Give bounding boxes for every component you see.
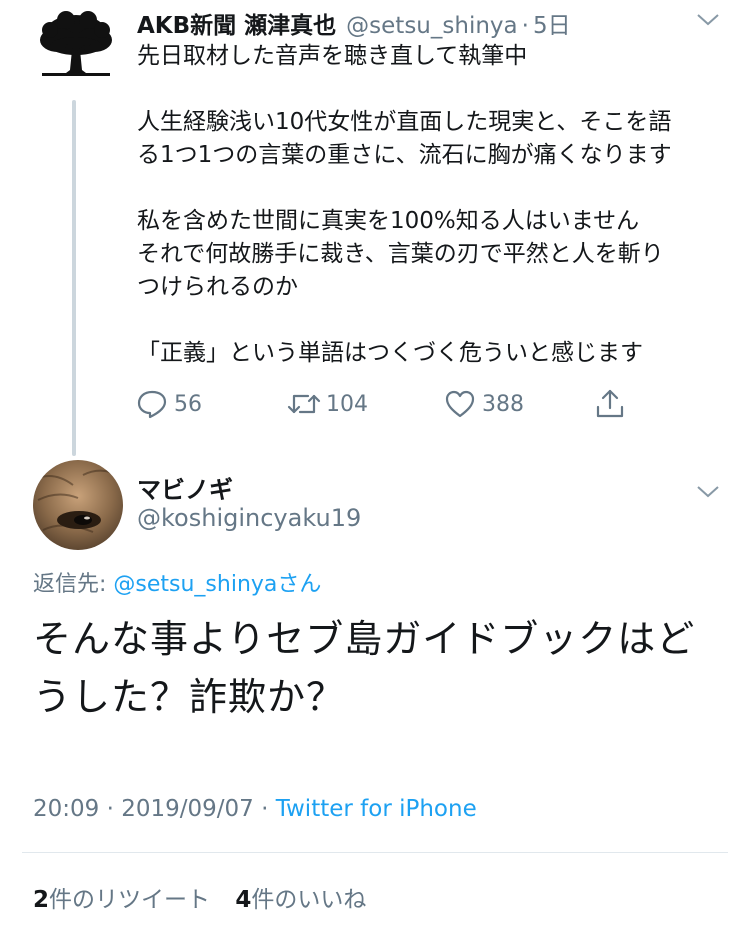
header-separator: · [521,13,529,39]
parent-paragraph: 先日取材した音声を聴き直して執筆中 [137,43,528,69]
retweets-stat[interactable]: 2件のリツイート [33,887,210,913]
chevron-down-icon[interactable] [696,482,720,500]
parent-paragraph: 人生経験浅い10代女性が直面した現実と、そこを語 る1つ1つの言葉の重さに、流石… [137,109,672,168]
thread-connector-line [72,100,76,456]
like-count: 388 [482,391,524,417]
likes-count: 4 [235,887,252,913]
share-button[interactable] [594,386,626,422]
retweet-count: 104 [326,391,368,417]
reply-tweet-text: そんな事よりセブ島ガイドブックはどうした？詐欺か？ [33,617,696,719]
tweet-time: 20:09 [33,796,100,822]
parent-timestamp[interactable]: 5日 [533,6,571,40]
parent-tweet-text: 先日取材した音声を聴き直して執筆中 人生経験浅い10代女性が直面した現実と、そこ… [137,40,717,370]
parent-paragraph: 私を含めた世間に真実を100%知る人はいません それで何故勝手に裁き、言葉の刃で… [137,208,664,300]
retweet-arrows-icon [286,390,322,418]
retweets-label: 件のリツイート [49,887,211,913]
reply-count: 56 [174,391,202,417]
replying-to: 返信先: @setsu_shinyaさん [33,566,321,598]
parent-tweet-header: AKB新聞 瀬津真也 @setsu_shinya · 5日 [137,6,571,39]
likes-stat[interactable]: 4件のいいね [235,887,366,913]
replying-mention-link[interactable]: @setsu_shinya [113,572,277,597]
parent-display-name[interactable]: AKB新聞 瀬津真也 [137,6,336,40]
replying-suffix: さん [277,572,322,597]
chevron-down-icon[interactable] [696,10,720,28]
tree-logo-avatar[interactable] [36,10,116,80]
heart-icon [444,389,476,419]
like-button[interactable]: 388 [444,386,524,422]
replying-label: 返信先: [33,572,114,597]
tweet-source-link[interactable]: Twitter for iPhone [276,796,477,822]
parent-handle[interactable]: @setsu_shinya [346,13,517,39]
share-upload-icon [594,388,626,420]
engagement-stats: 2件のリツイート 4件のいいね [33,880,366,914]
parent-paragraph: 「正義」という単語はつくづく危ういと感じます [137,340,643,366]
meta-separator: · [253,796,276,822]
meta-separator: · [99,796,122,822]
tweet-date: 2019/09/07 [121,796,254,822]
retweet-button[interactable]: 104 [286,386,368,422]
dog-face-avatar[interactable] [33,460,123,550]
likes-label: 件のいいね [251,887,367,913]
reply-button[interactable]: 56 [136,386,202,422]
reply-display-name[interactable]: マビノギ [137,470,233,505]
divider [22,852,728,853]
reply-handle[interactable]: @koshigincyaku19 [137,504,361,532]
speech-bubble-icon [136,389,168,419]
retweets-count: 2 [33,887,50,913]
tweet-metadata: 20:09 · 2019/09/07 · Twitter for iPhone [33,796,477,822]
